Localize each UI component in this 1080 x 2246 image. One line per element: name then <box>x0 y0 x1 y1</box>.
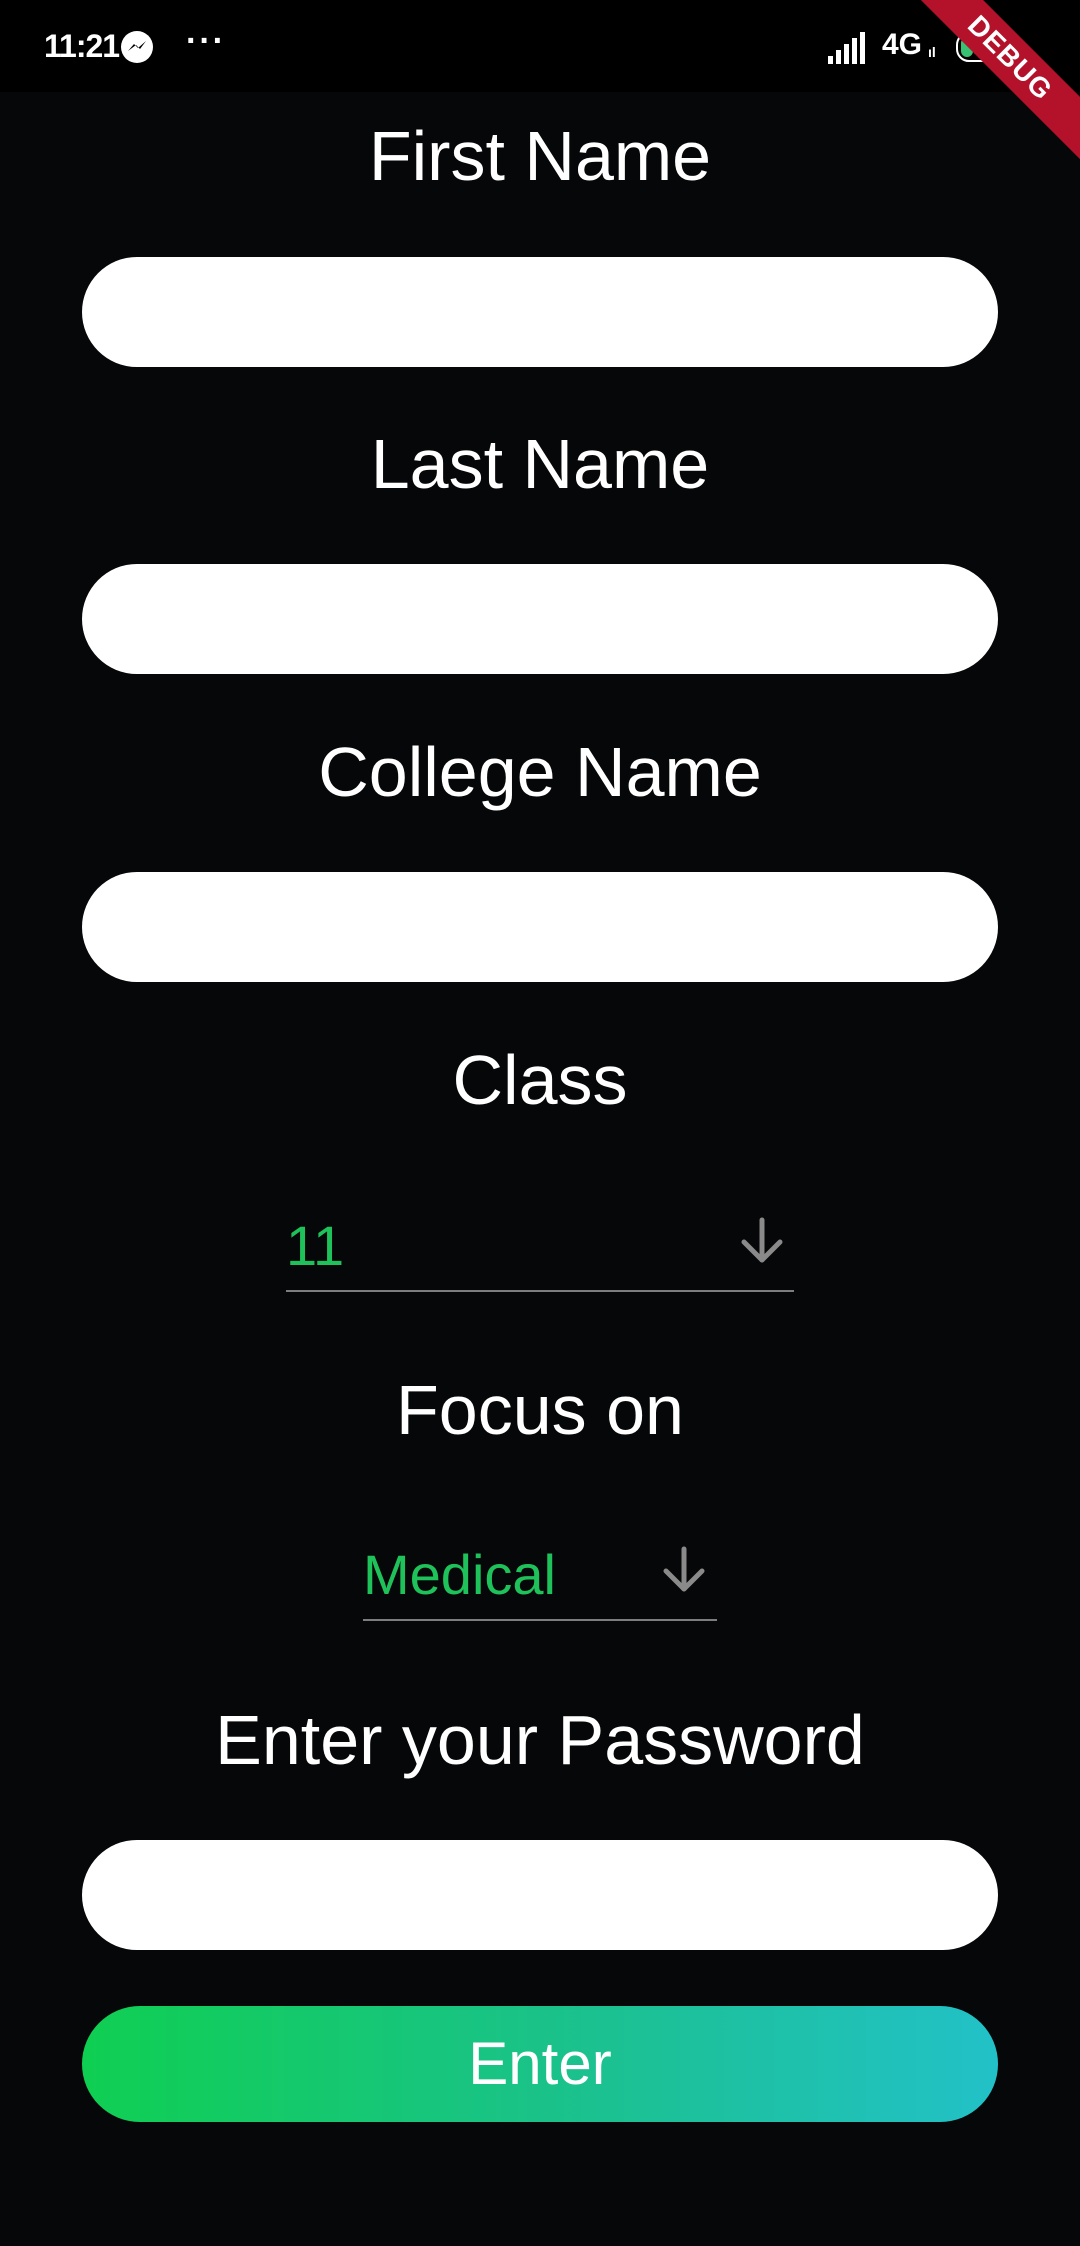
arrow-down-icon <box>741 1217 783 1263</box>
last-name-input[interactable] <box>82 564 998 674</box>
college-name-input[interactable] <box>82 872 998 982</box>
focus-dropdown[interactable]: Medical <box>363 1535 717 1621</box>
status-time: 11:21 <box>44 28 120 64</box>
last-name-label: Last Name <box>370 425 710 503</box>
signal-bars-icon <box>828 32 865 64</box>
class-dropdown-value: 11 <box>286 1214 345 1277</box>
class-label: Class <box>452 1041 628 1119</box>
first-name-label: First Name <box>368 117 712 195</box>
password-input[interactable] <box>82 1840 998 1950</box>
status-more-dots: ··· <box>186 22 226 60</box>
first-name-input[interactable] <box>82 257 998 367</box>
password-label: Enter your Password <box>215 1701 865 1779</box>
focus-dropdown-value: Medical <box>363 1543 556 1606</box>
network-type: 4G <box>882 28 923 61</box>
enter-button[interactable]: Enter <box>82 2006 998 2122</box>
network-activity: ıl <box>928 44 936 60</box>
arrow-down-icon <box>663 1546 705 1592</box>
college-name-label: College Name <box>318 733 762 811</box>
status-bar: 11:21 ··· 4G ıl 20 DEBUG <box>0 0 1080 166</box>
class-dropdown[interactable]: 11 <box>286 1206 794 1292</box>
focus-label: Focus on <box>396 1371 684 1449</box>
messenger-icon <box>121 31 153 63</box>
